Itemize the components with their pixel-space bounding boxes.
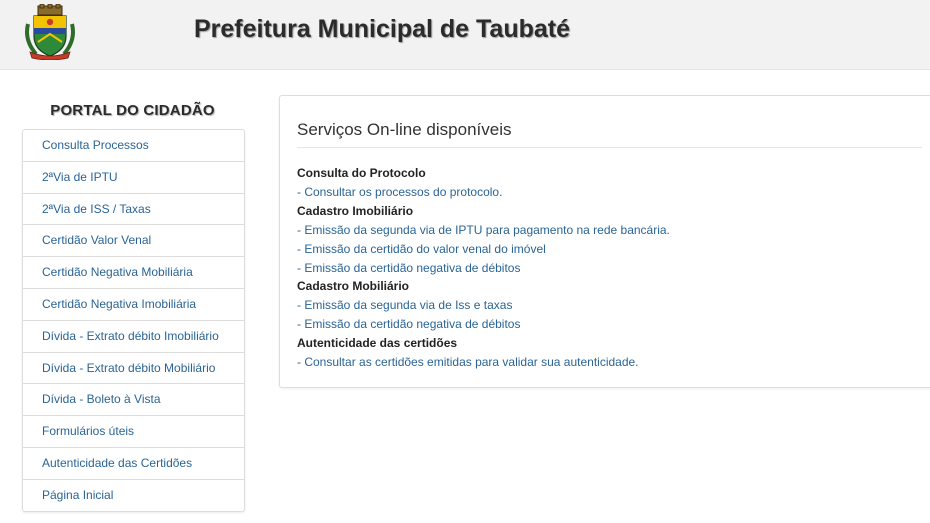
site-title: Prefeitura Municipal de Taubaté [194, 15, 571, 43]
sidebar-item-certidao-valor-venal[interactable]: Certidão Valor Venal [23, 225, 244, 258]
link-emissao-certidao-negativa-imobiliario[interactable]: - Emissão da certidão negativa de débito… [297, 259, 917, 278]
link-consultar-certidoes-autenticidade[interactable]: - Consultar as certidões emitidas para v… [297, 353, 917, 372]
sidebar-item-2via-iptu[interactable]: 2ªVia de IPTU [23, 162, 244, 194]
sidebar-item-divida-extrato-imobiliario[interactable]: Dívida - Extrato débito Imobiliário [23, 321, 244, 353]
link-emissao-2via-iptu[interactable]: - Emissão da segunda via de IPTU para pa… [297, 221, 917, 240]
sidebar-item-autenticidade-certidoes[interactable]: Autenticidade das Certidões [23, 448, 244, 480]
section-heading-consulta-protocolo: Consulta do Protocolo [297, 166, 426, 180]
link-consultar-processos-protocolo[interactable]: - Consultar os processos do protocolo. [297, 183, 917, 202]
link-emissao-certidao-negativa-mobiliario[interactable]: - Emissão da certidão negativa de débito… [297, 315, 917, 334]
link-emissao-certidao-valor-venal[interactable]: - Emissão da certidão do valor venal do … [297, 240, 917, 259]
section-heading-autenticidade-certidoes: Autenticidade das certidões [297, 336, 458, 351]
link-emissao-2via-iss-taxas[interactable]: - Emissão da segunda via de Iss e taxas [297, 296, 917, 315]
sidebar-heading: PORTAL DO CIDADÃO [50, 102, 215, 119]
sidebar-item-pagina-inicial[interactable]: Página Inicial [23, 480, 244, 511]
sidebar-item-certidao-negativa-mobiliaria[interactable]: Certidão Negativa Mobiliária [23, 257, 244, 289]
sidebar-item-consulta-processos[interactable]: Consulta Processos [23, 130, 244, 162]
sidebar-item-certidao-negativa-imobiliaria[interactable]: Certidão Negativa Imobiliária [23, 289, 244, 321]
sidebar-item-2via-iss-taxas[interactable]: 2ªVia de ISS / Taxas [23, 194, 244, 226]
panel-title: Serviços On-line disponíveis [297, 120, 512, 139]
sidebar-item-divida-boleto-vista[interactable]: Dívida - Boleto à Vista [23, 384, 244, 417]
sidebar-item-formularios-uteis[interactable]: Formulários úteis [23, 416, 244, 448]
panel-divider [297, 147, 922, 148]
section-heading-cadastro-mobiliario: Cadastro Mobiliário [297, 279, 410, 294]
sidebar-item-divida-extrato-mobiliario[interactable]: Dívida - Extrato débito Mobiliário [23, 353, 244, 385]
sidebar-menu: Consulta Processos 2ªVia de IPTU 2ªVia d… [22, 129, 245, 512]
services-panel: Serviços On-line disponíveis Consulta do… [279, 95, 930, 388]
site-header: Prefeitura Municipal de Taubaté [0, 0, 930, 70]
municipal-coat-of-arms-icon[interactable] [22, 4, 78, 60]
services-list: Consulta do Protocolo - Consultar os pro… [297, 164, 917, 372]
section-heading-cadastro-imobiliario: Cadastro Imobiliário [297, 203, 414, 218]
